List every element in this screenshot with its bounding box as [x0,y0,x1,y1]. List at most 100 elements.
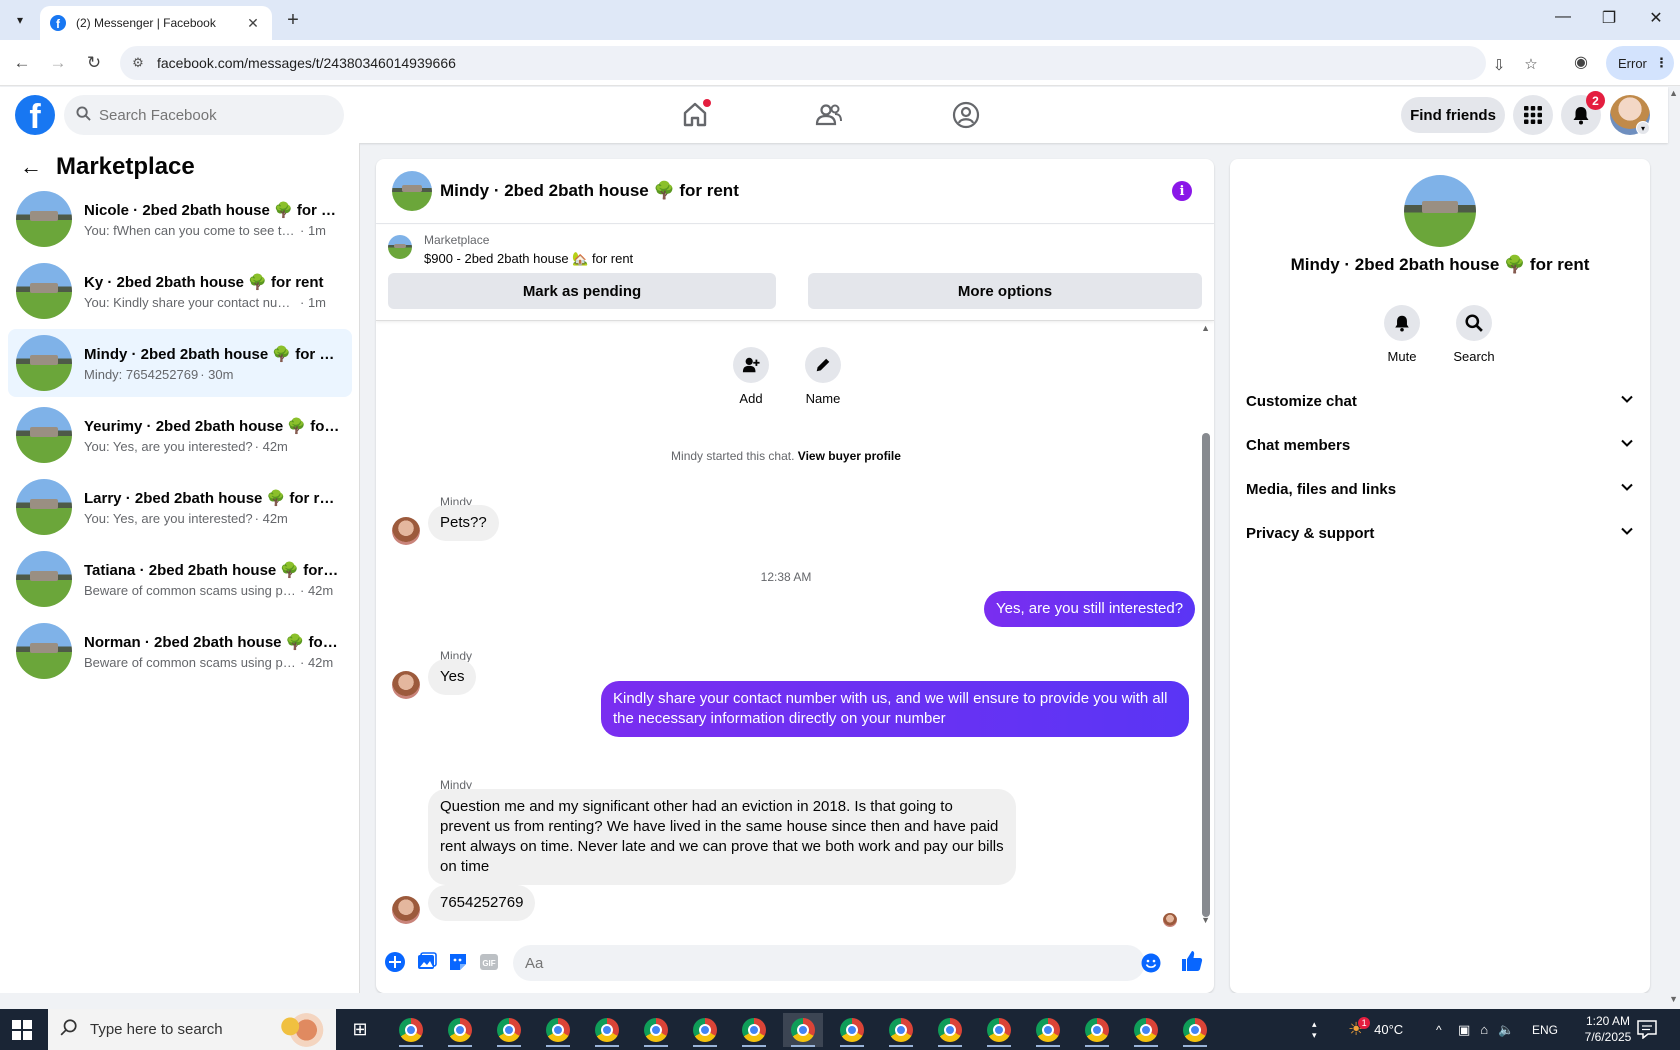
taskbar-chrome-16[interactable] [1126,1013,1166,1047]
window-close-icon[interactable]: ✕ [1641,8,1671,28]
back-arrow-icon[interactable]: ← [20,154,42,180]
url-text[interactable]: facebook.com/messages/t/2438034601493966… [157,55,456,71]
info-listing-thumbnail[interactable] [1404,175,1476,247]
media-files-links-section[interactable]: Media, files and links [1246,469,1634,509]
taskbar-chrome-12[interactable] [930,1013,970,1047]
install-app-icon[interactable]: ⇩ [1490,56,1508,74]
info-icon[interactable]: i [1172,181,1192,201]
action-center-icon[interactable] [1636,1019,1658,1039]
taskbar-chrome-7[interactable] [685,1013,725,1047]
profile-icon[interactable]: ◉ [1570,52,1592,72]
conversation-norman[interactable]: Norman · 2bed 2bath house 🌳 for rent Bew… [8,617,352,685]
taskbar-search[interactable]: Type here to search [48,1009,336,1050]
taskbar-chrome-13[interactable] [979,1013,1019,1047]
mark-as-pending-button[interactable]: Mark as pending [388,273,776,309]
chat-members-section[interactable]: Chat members [1246,425,1634,465]
conversation-larry[interactable]: Larry · 2bed 2bath house 🌳 for rent You:… [8,473,352,541]
browser-tab-messenger[interactable]: f (2) Messenger | Facebook ✕ [40,6,272,40]
menu-grid-icon[interactable] [1513,95,1553,135]
photo-icon[interactable] [416,951,438,973]
taskbar-chrome-1[interactable] [391,1013,431,1047]
message-input[interactable] [513,945,1145,981]
emoji-icon[interactable] [1141,953,1161,973]
windows-start-icon[interactable] [12,1020,32,1040]
taskbar-chrome-3[interactable] [489,1013,529,1047]
reload-icon[interactable]: ↻ [83,52,105,74]
sticker-icon[interactable] [447,951,469,973]
privacy-support-section[interactable]: Privacy & support [1246,513,1634,553]
taskbar-chrome-17[interactable] [1175,1013,1215,1047]
browser-menu-icon[interactable]: ⋮ [1655,55,1668,71]
message-list[interactable]: Add Name Mindy started this chat. View b… [376,323,1214,933]
mindy-avatar[interactable] [392,896,420,924]
network-icon[interactable]: ⌂ [1480,1022,1488,1037]
taskbar-chrome-5[interactable] [587,1013,627,1047]
forward-arrow-icon[interactable]: → [47,52,69,74]
mindy-avatar[interactable] [392,517,420,545]
taskbar-chrome-8[interactable] [734,1013,774,1047]
site-settings-icon[interactable]: ⚙ [130,55,146,71]
show-hidden-icons-chevron[interactable]: ^ [1436,1009,1442,1050]
chat-scroll-down-icon[interactable]: ▼ [1201,915,1210,925]
facebook-search-input[interactable] [99,106,319,124]
message-bubble-incoming[interactable]: Yes [428,659,477,695]
language-indicator[interactable]: ENG [1532,1009,1558,1050]
tab-close-icon[interactable]: ✕ [244,15,262,32]
customize-chat-section[interactable]: Customize chat [1246,381,1634,421]
message-bubble-incoming[interactable]: 7654252769 [428,885,536,921]
tab-search-chevron-icon[interactable]: ▾ [8,8,32,32]
add-action[interactable]: Add [721,347,781,406]
chat-listing-thumbnail[interactable] [392,171,432,211]
conversation-tatiana[interactable]: Tatiana · 2bed 2bath house 🌳 for rent Be… [8,545,352,613]
message-bubble-incoming[interactable]: Pets?? [428,505,499,541]
address-bar[interactable]: ⚙ facebook.com/messages/t/24380346014939… [120,46,1486,80]
task-view-icon[interactable]: ⊞ [350,1019,370,1039]
facebook-search[interactable] [64,95,344,135]
message-bubble-outgoing[interactable]: Kindly share your contact number with us… [601,681,1189,737]
bookmark-star-icon[interactable]: ☆ [1522,55,1540,73]
friends-icon[interactable] [813,99,845,131]
taskbar-chrome-4[interactable] [538,1013,578,1047]
taskbar-overflow-chevrons[interactable]: ▴ ▾ [1312,1009,1317,1050]
profile-error-button[interactable]: Error ⋮ [1606,46,1674,80]
taskbar-chrome-15[interactable] [1077,1013,1117,1047]
groups-icon[interactable] [950,99,982,131]
listing-title[interactable]: $900 - 2bed 2bath house 🏡 for rent [424,251,633,267]
thumbs-up-icon[interactable] [1180,949,1204,973]
plus-circle-icon[interactable] [384,951,406,973]
page-scroll-up-icon[interactable]: ▲ [1669,88,1678,98]
back-arrow-icon[interactable]: ← [11,52,33,74]
search-action[interactable]: Search [1444,305,1504,364]
conversation-ky[interactable]: Ky · 2bed 2bath house 🌳 for rent You: Ki… [8,257,352,325]
taskbar-chrome-10[interactable] [832,1013,872,1047]
mindy-avatar[interactable] [392,671,420,699]
volume-icon[interactable]: 🔈 [1498,1022,1514,1038]
chat-title[interactable]: Mindy · 2bed 2bath house 🌳 for rent [440,181,739,201]
conversation-yeurimy[interactable]: Yeurimy · 2bed 2bath house 🌳 for rent Yo… [8,401,352,469]
chat-scroll-up-icon[interactable]: ▲ [1201,323,1210,333]
conversation-mindy[interactable]: Mindy · 2bed 2bath house 🌳 for rent Mind… [8,329,352,397]
message-bubble-incoming[interactable]: Question me and my significant other had… [428,789,1016,885]
taskbar-chrome-6[interactable] [636,1013,676,1047]
name-action[interactable]: Name [793,347,853,406]
restore-icon[interactable]: ❐ [1594,8,1624,28]
chat-scrollbar[interactable] [1202,433,1210,917]
taskbar-chrome-11[interactable] [881,1013,921,1047]
conversation-nicole[interactable]: Nicole · 2bed 2bath house 🌳 for rent You… [8,185,352,253]
taskbar-chrome-9[interactable] [783,1013,823,1047]
mute-action[interactable]: Mute [1372,305,1432,364]
view-buyer-profile-link[interactable]: View buyer profile [798,449,901,463]
new-tab-plus-icon[interactable]: + [282,9,304,31]
weather-widget[interactable]: ☀ 1 40°C [1348,1009,1403,1050]
account-chevron-down-icon[interactable]: ▾ [1636,121,1650,135]
page-scroll-down-icon[interactable]: ▼ [1669,994,1678,1004]
find-friends-button[interactable]: Find friends [1401,97,1505,133]
taskbar-chrome-2[interactable] [440,1013,480,1047]
taskbar-chrome-14[interactable] [1028,1013,1068,1047]
message-bubble-outgoing[interactable]: Yes, are you still interested? [984,591,1196,627]
minimize-icon[interactable]: — [1548,8,1578,26]
listing-mini-thumbnail[interactable] [388,235,412,259]
facebook-logo-icon[interactable]: f [15,95,55,135]
more-options-button[interactable]: More options [808,273,1202,309]
meet-now-icon[interactable]: ▣ [1458,1022,1470,1038]
